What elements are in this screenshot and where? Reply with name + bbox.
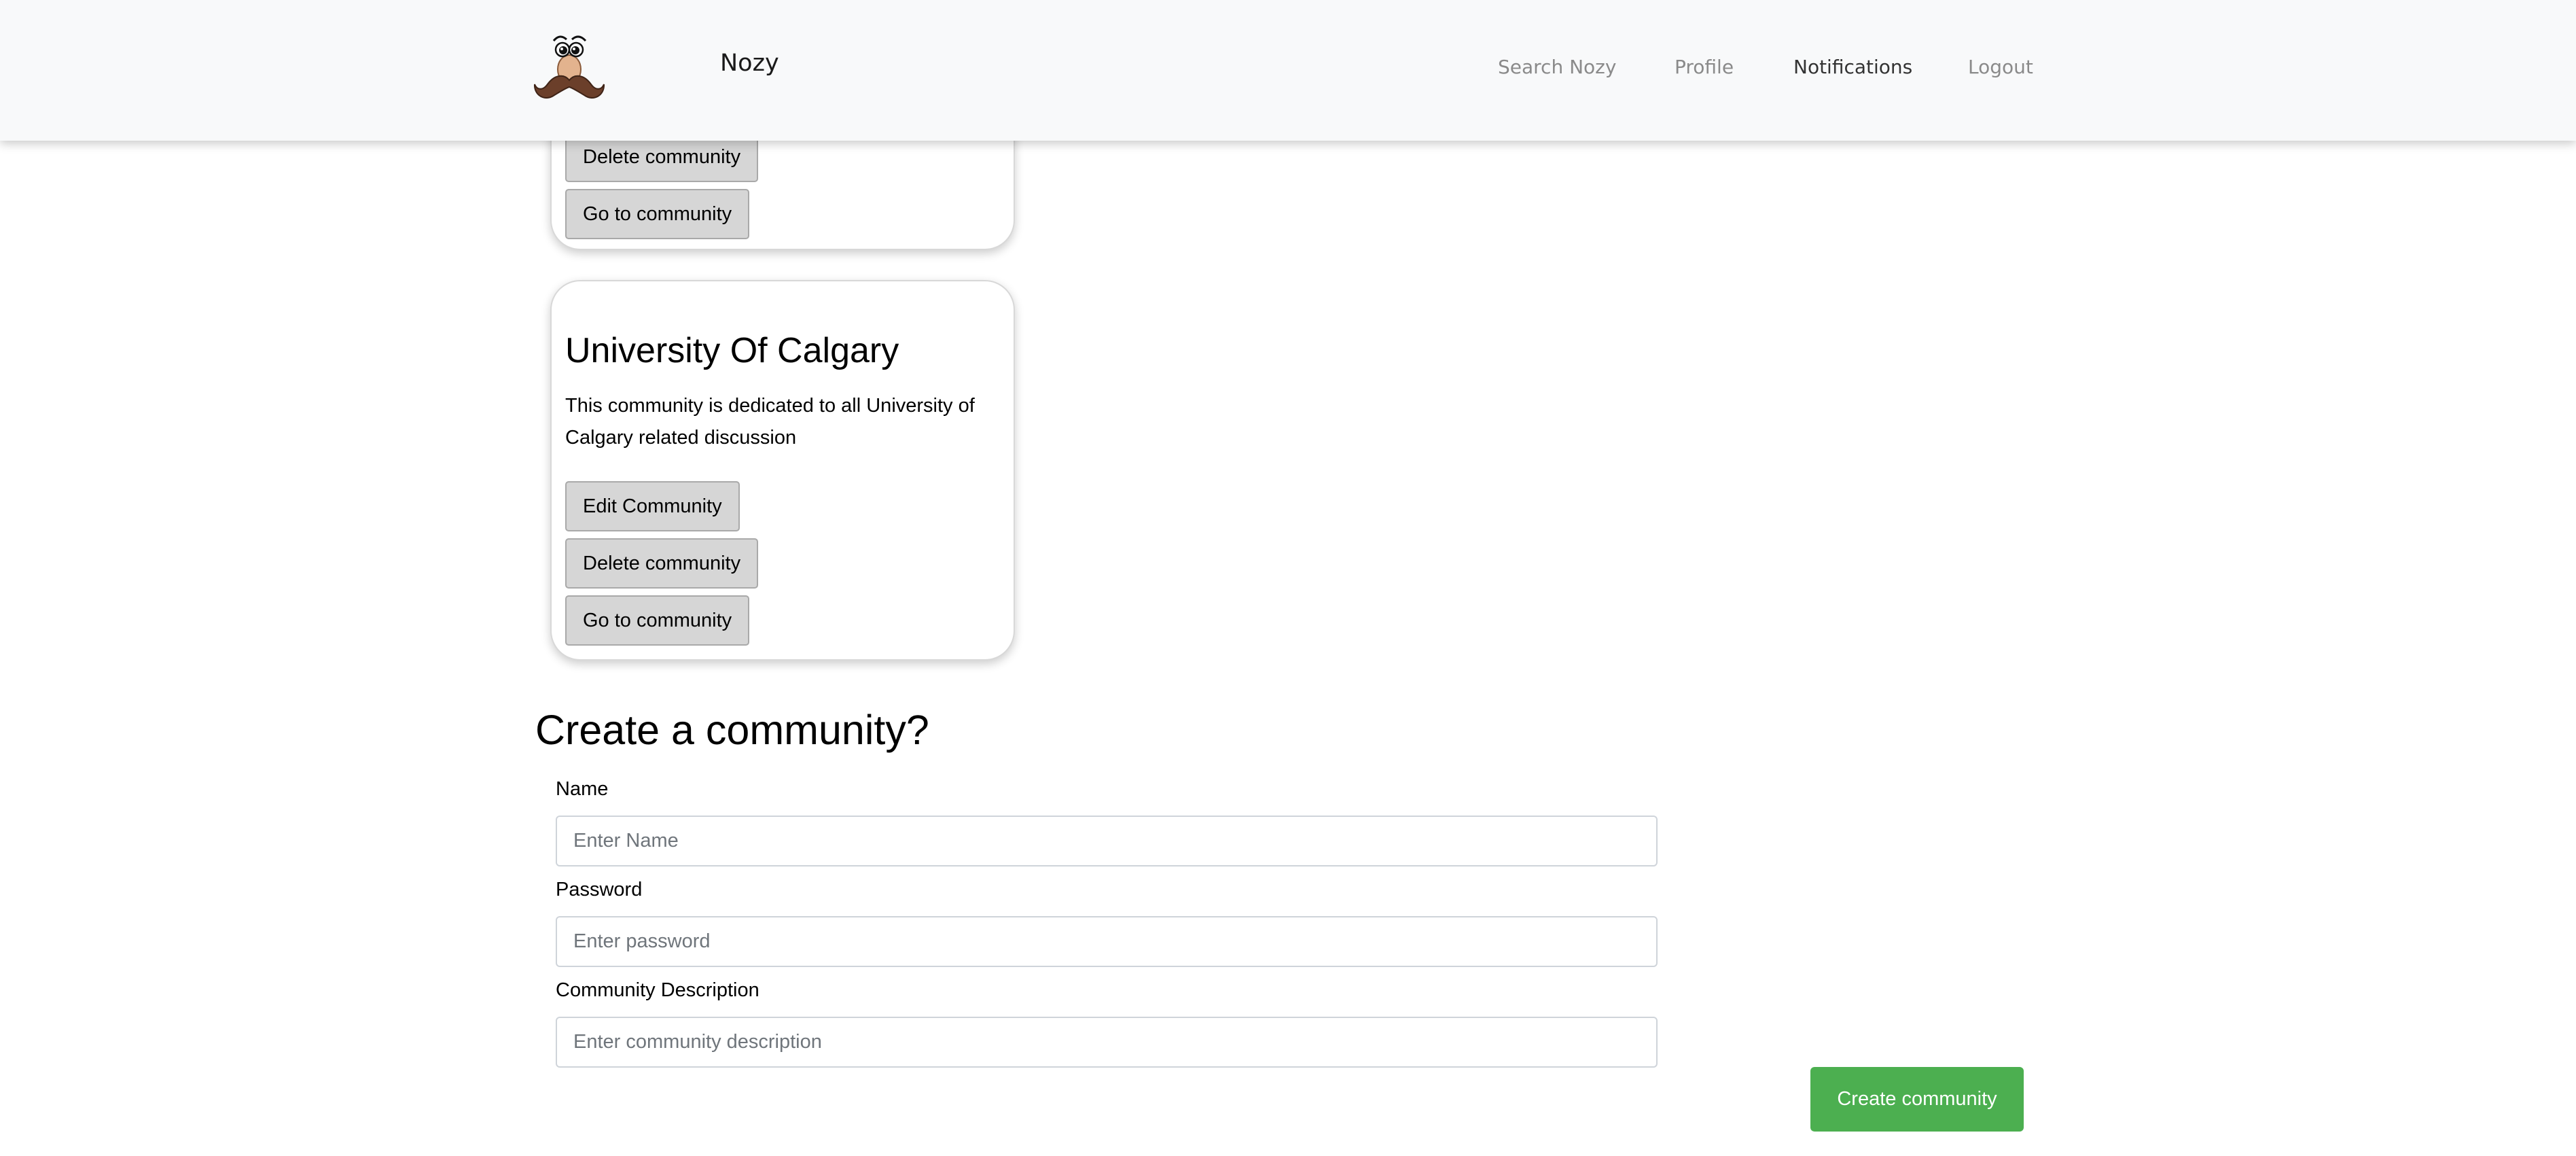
community-name-input[interactable] — [556, 816, 1658, 866]
nav-profile-link[interactable]: Profile — [1675, 56, 1734, 78]
community-password-input[interactable] — [556, 916, 1658, 967]
go-to-community-button[interactable]: Go to community — [565, 595, 750, 646]
name-label: Name — [556, 778, 609, 800]
create-community-heading: Create a community? — [535, 707, 929, 753]
nav-search-link[interactable]: Search Nozy — [1498, 56, 1616, 78]
community-card: University Of Calgary This community is … — [550, 280, 1015, 661]
edit-community-button[interactable]: Edit Community — [565, 481, 740, 531]
description-label: Community Description — [556, 979, 759, 1001]
go-to-community-button[interactable]: Go to community — [565, 189, 750, 239]
nav-logout-link[interactable]: Logout — [1968, 56, 2033, 78]
password-label: Password — [556, 879, 643, 900]
delete-community-button[interactable]: Delete community — [565, 538, 759, 589]
brand-link[interactable]: Nozy — [720, 50, 779, 77]
navbar: Nozy Search Nozy Profile Notifications L… — [0, 0, 2576, 141]
community-title: University Of Calgary — [565, 331, 899, 370]
create-community-button[interactable]: Create community — [1810, 1067, 2024, 1132]
nav-notifications-link[interactable]: Notifications — [1793, 56, 1912, 78]
community-description: This community is dedicated to all Unive… — [565, 395, 975, 449]
community-description-input[interactable] — [556, 1017, 1658, 1068]
mustache-logo-icon[interactable] — [531, 30, 607, 106]
